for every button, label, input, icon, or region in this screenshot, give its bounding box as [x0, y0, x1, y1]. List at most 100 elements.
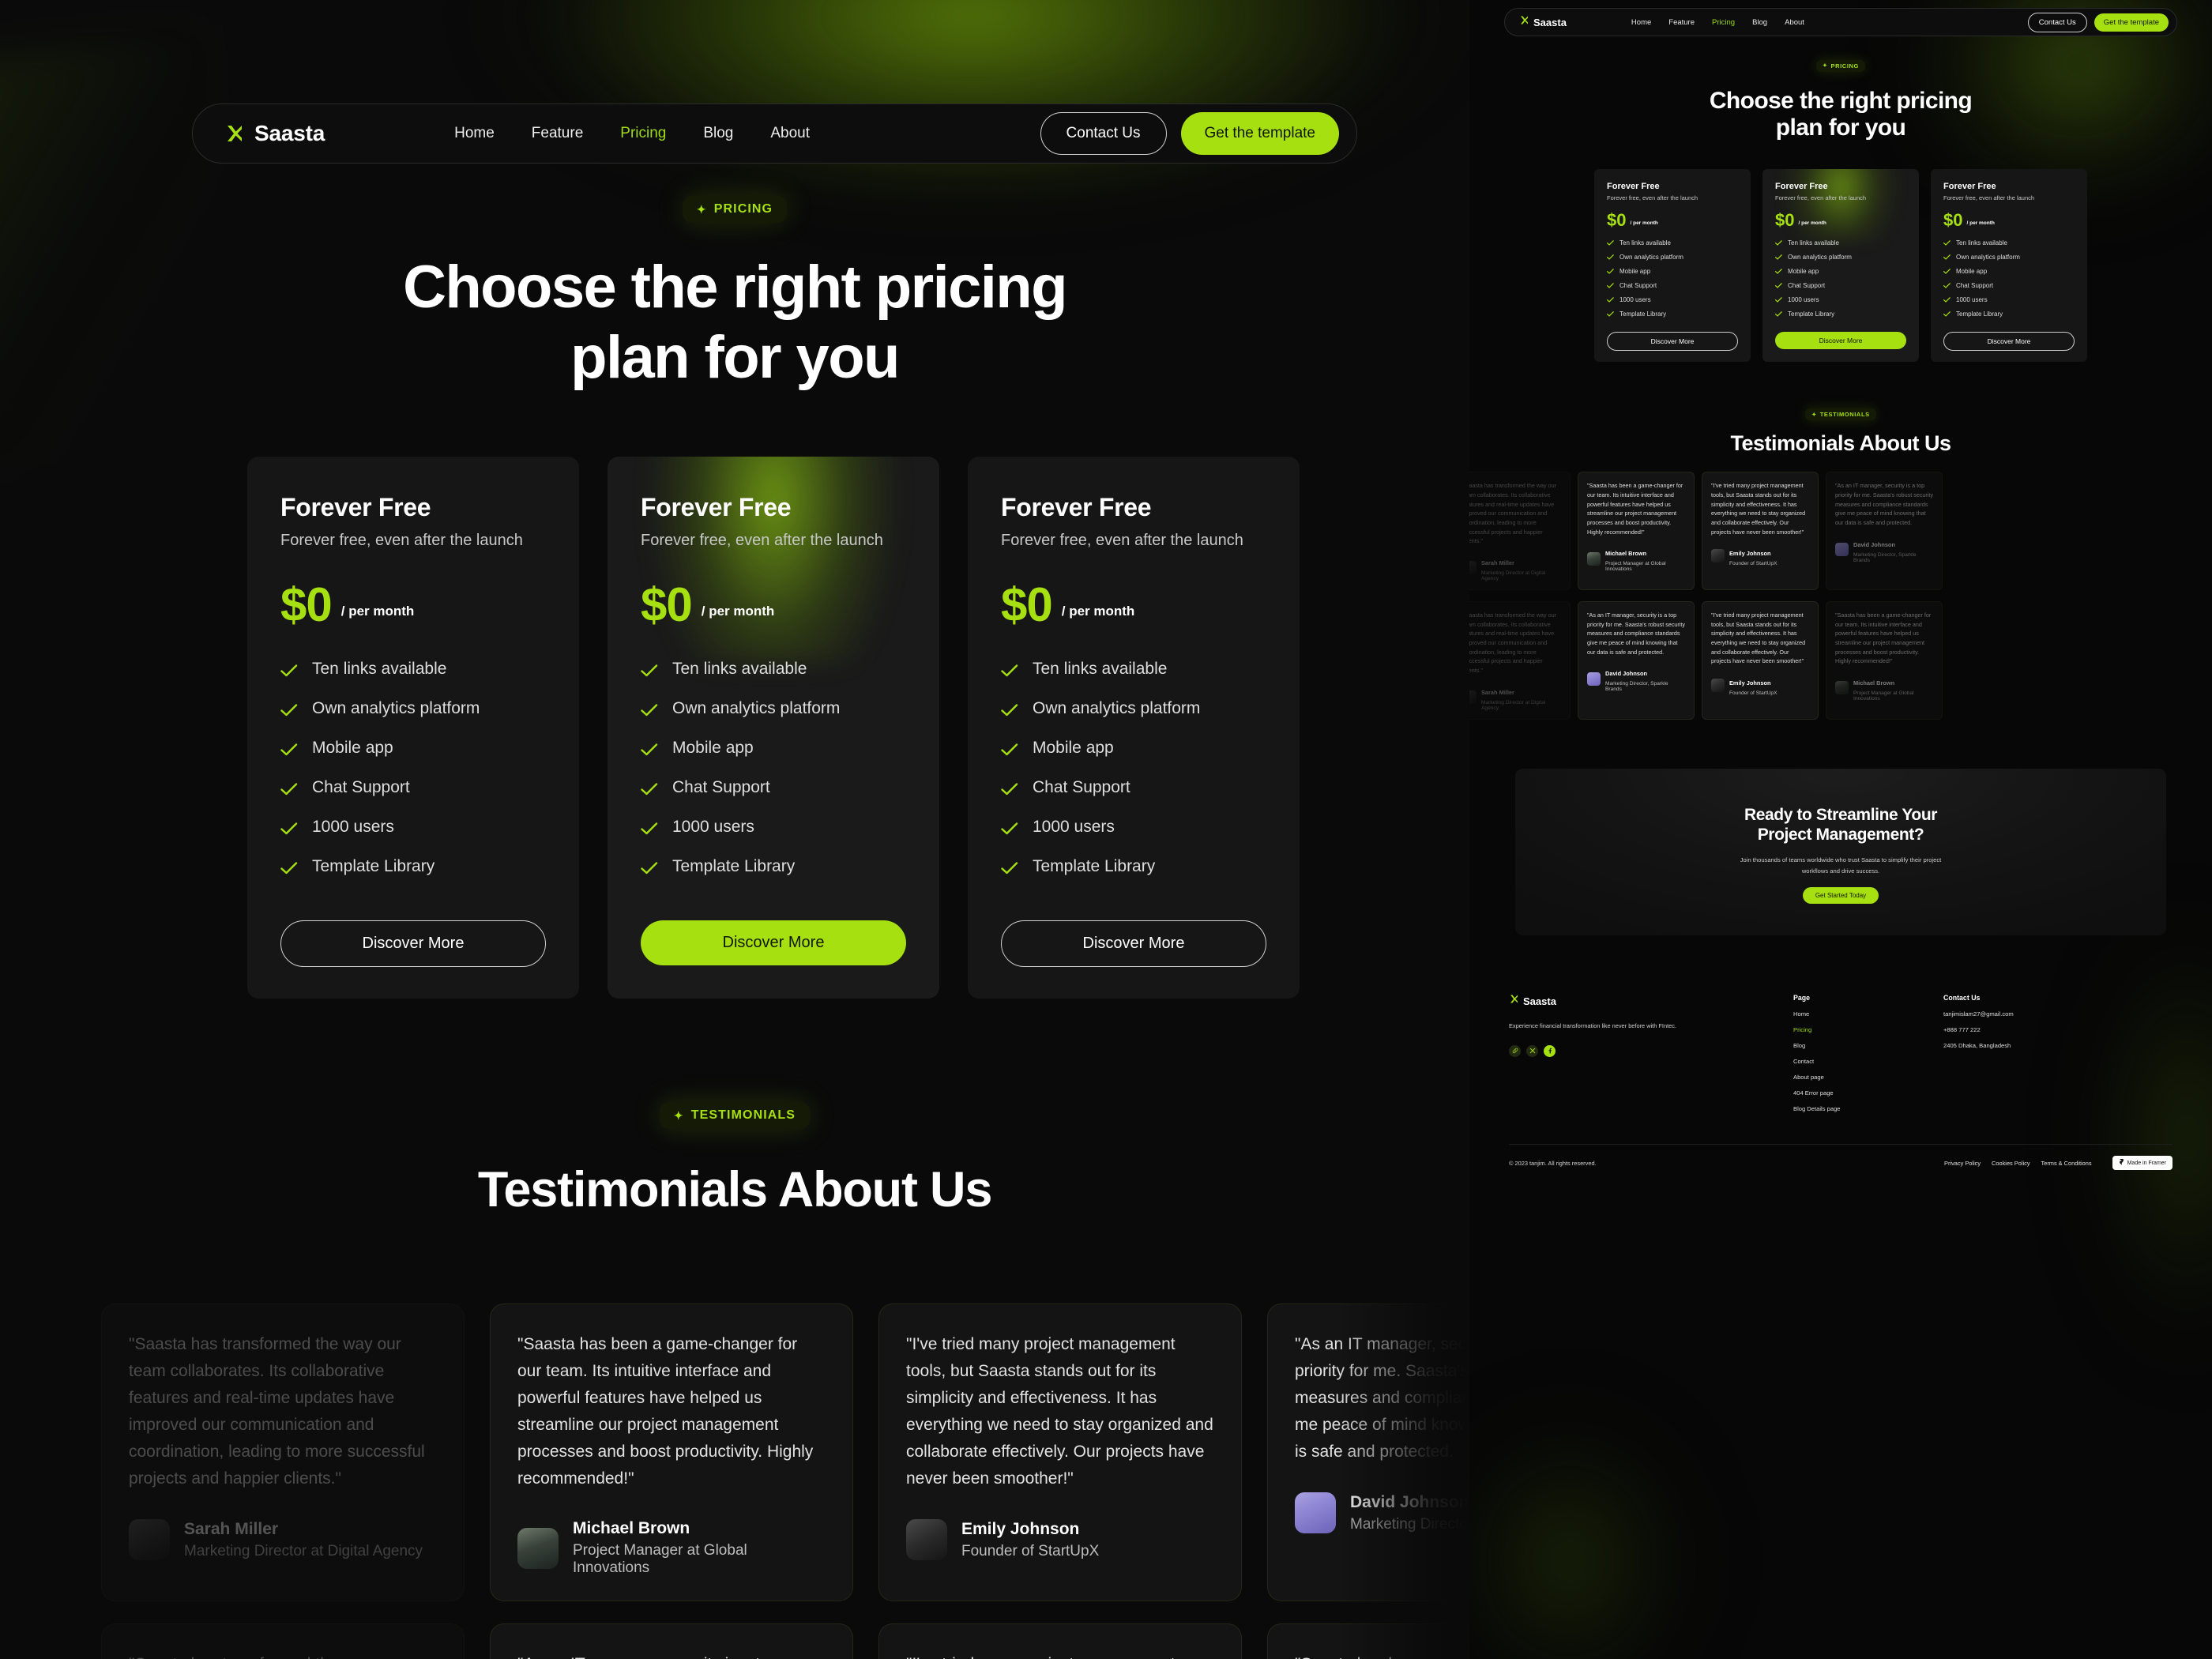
check-icon [641, 860, 658, 875]
feature-label: Ten links available [1620, 239, 1671, 246]
testimonial-quote: "Saasta has transformed the way our team… [1469, 482, 1557, 545]
made-in-framer-badge[interactable]: Made in Framer [2112, 1156, 2172, 1171]
preview-nav-item-pricing[interactable]: Pricing [1712, 18, 1735, 27]
brand-logo[interactable]: Saasta [224, 121, 325, 146]
feature-label: 1000 users [1788, 295, 1819, 303]
preview-navbar: Saasta Home Feature Pricing Blog About C… [1504, 8, 2177, 36]
cta-title: Ready to Streamline Your Project Managem… [1539, 805, 2142, 845]
preview-plan-price: $0 [1943, 210, 1963, 231]
nav-links: Home Feature Pricing Blog About [454, 125, 810, 142]
preview-discover-more-button[interactable]: Discover More [1607, 331, 1738, 351]
testimonial-person: Emily Johnson Founder of StartUpX [1711, 675, 1809, 696]
footer-copyright: © 2023 tanjim. All rights reserved. [1509, 1159, 1597, 1167]
testimonial-quote: "Saasta has transformed the way our team… [1469, 611, 1557, 674]
feature-item: 1000 users [1001, 818, 1266, 837]
footer-privacy-policy[interactable]: Privacy Policy [1944, 1160, 1981, 1167]
saasta-x-logo-icon [224, 123, 245, 144]
footer-contact-email[interactable]: tanjimislam27@gmail.com [1943, 1010, 2125, 1018]
testimonial-name: David Johnson [1605, 670, 1647, 678]
footer-link-contact[interactable]: Contact [1793, 1058, 1943, 1065]
preview-plan-subtitle: Forever free, even after the launch [1607, 194, 1698, 202]
link-icon[interactable] [1509, 1044, 1521, 1057]
testimonial-name: Sarah Miller [1481, 559, 1514, 566]
nav-item-about[interactable]: About [770, 125, 810, 142]
preview-discover-more-button[interactable]: Discover More [1943, 331, 2075, 351]
feature-item: Own analytics platform [1001, 699, 1266, 718]
footer-link-pricing[interactable]: Pricing [1793, 1026, 1943, 1033]
pricing-badge-label: PRICING [713, 202, 773, 216]
testimonial-quote: "As an IT manager, security is a top pri… [1587, 611, 1686, 656]
footer-link-home[interactable]: Home [1793, 1010, 1943, 1018]
testimonial-person: David Johnson Marketing Director, Sparkl… [1295, 1492, 1469, 1534]
testimonial-role: Marketing Director, Sparkle Brands [1605, 681, 1668, 693]
footer-contact-phone[interactable]: +888 777 222 [1943, 1026, 2125, 1033]
x-twitter-icon[interactable] [1526, 1044, 1538, 1057]
check-icon [280, 702, 298, 717]
plan-price-row: $0 / per month [1001, 578, 1266, 631]
testimonial-card: "Saasta has been a game-changer for our … [1267, 1623, 1469, 1659]
preview-plan-period: / per month [1630, 220, 1658, 226]
get-started-today-button[interactable]: Get Started Today [1802, 887, 1879, 905]
plan-price: $0 [1001, 578, 1053, 631]
cta-subtitle-line2: workflows and drive success. [1801, 867, 1880, 875]
nav-actions: Contact Us Get the template [1040, 112, 1339, 155]
feature-item: Mobile app [1775, 268, 1906, 275]
testimonial-role: Founder of StartUpX [961, 1542, 1100, 1559]
cta-title-line2: Project Management? [1757, 825, 1924, 844]
check-icon [1607, 240, 1614, 246]
feature-label: Ten links available [1956, 239, 2007, 246]
get-the-template-button[interactable]: Get the template [1180, 112, 1339, 155]
footer-brand-logo[interactable]: Saasta [1509, 994, 1793, 1008]
main-viewport: Saasta Home Feature Pricing Blog About C… [0, 0, 1469, 1659]
discover-more-button[interactable]: Discover More [641, 920, 906, 966]
preview-nav-item-home[interactable]: Home [1631, 18, 1651, 27]
preview-nav-item-feature[interactable]: Feature [1668, 18, 1695, 27]
facebook-icon[interactable] [1544, 1044, 1556, 1057]
testimonials-title: Testimonials About Us [477, 1162, 993, 1217]
footer-link-blog-details-page[interactable]: Blog Details page [1793, 1105, 1943, 1112]
check-icon [1001, 781, 1018, 796]
feature-item: Chat Support [280, 778, 546, 797]
nav-item-pricing[interactable]: Pricing [620, 125, 666, 142]
footer-cookies-policy[interactable]: Cookies Policy [1992, 1160, 2030, 1167]
plan-price: $0 [641, 578, 693, 631]
sparkle-icon: ✦ [673, 1109, 684, 1122]
avatar [1587, 551, 1601, 566]
discover-more-button[interactable]: Discover More [280, 920, 546, 968]
footer-brand-name: Saasta [1523, 995, 1556, 1007]
plan-price-row: $0 / per month [280, 581, 546, 628]
preview-nav-item-about[interactable]: About [1785, 18, 1804, 27]
testimonials-badge-label: TESTIMONIALS [690, 1108, 796, 1122]
feature-item: 1000 users [641, 818, 906, 837]
check-icon [1607, 269, 1614, 274]
nav-item-feature[interactable]: Feature [532, 125, 583, 142]
feature-label: Mobile app [672, 739, 754, 758]
footer-terms-conditions[interactable]: Terms & Conditions [2041, 1160, 2092, 1167]
pricing-card: Forever Free Forever free, even after th… [968, 457, 1300, 999]
sparkle-icon: ✦ [696, 203, 707, 216]
plan-period: / per month [1061, 604, 1135, 619]
footer-link-about-page[interactable]: About page [1793, 1074, 1943, 1081]
preview-contact-us-button[interactable]: Contact Us [2027, 12, 2087, 32]
nav-item-blog[interactable]: Blog [703, 125, 733, 142]
discover-more-button[interactable]: Discover More [1001, 920, 1266, 968]
preview-discover-more-button[interactable]: Discover More [1775, 331, 1906, 349]
preview-title-line1: Choose the right pricing [1709, 87, 1973, 114]
contact-us-button[interactable]: Contact Us [1040, 112, 1167, 155]
footer-tagline: Experience financial transformation like… [1509, 1021, 1679, 1032]
preview-nav-item-blog[interactable]: Blog [1752, 18, 1767, 27]
testimonial-person: Emily Johnson Founder of StartUpX [906, 1519, 1214, 1561]
testimonial-name: Michael Brown [573, 1519, 690, 1538]
footer-link-404-error-page[interactable]: 404 Error page [1793, 1089, 1943, 1097]
feature-item: Own analytics platform [1607, 254, 1738, 261]
preview-brand-logo[interactable]: Saasta [1519, 15, 1567, 29]
preview-get-the-template-button[interactable]: Get the template [2094, 13, 2169, 32]
preview-testimonials-title: Testimonials About Us [1730, 431, 1951, 456]
testimonial-name: Michael Brown [1605, 550, 1647, 558]
preview-plan-price: $0 [1775, 210, 1795, 231]
preview-pricing-row: Forever Free Forever free, even after th… [1487, 169, 2195, 362]
testimonial-card: "Saasta has been a game-changer for our … [490, 1304, 853, 1602]
feature-item: 1000 users [1943, 296, 2075, 303]
nav-item-home[interactable]: Home [454, 125, 495, 142]
footer-link-blog[interactable]: Blog [1793, 1042, 1943, 1049]
